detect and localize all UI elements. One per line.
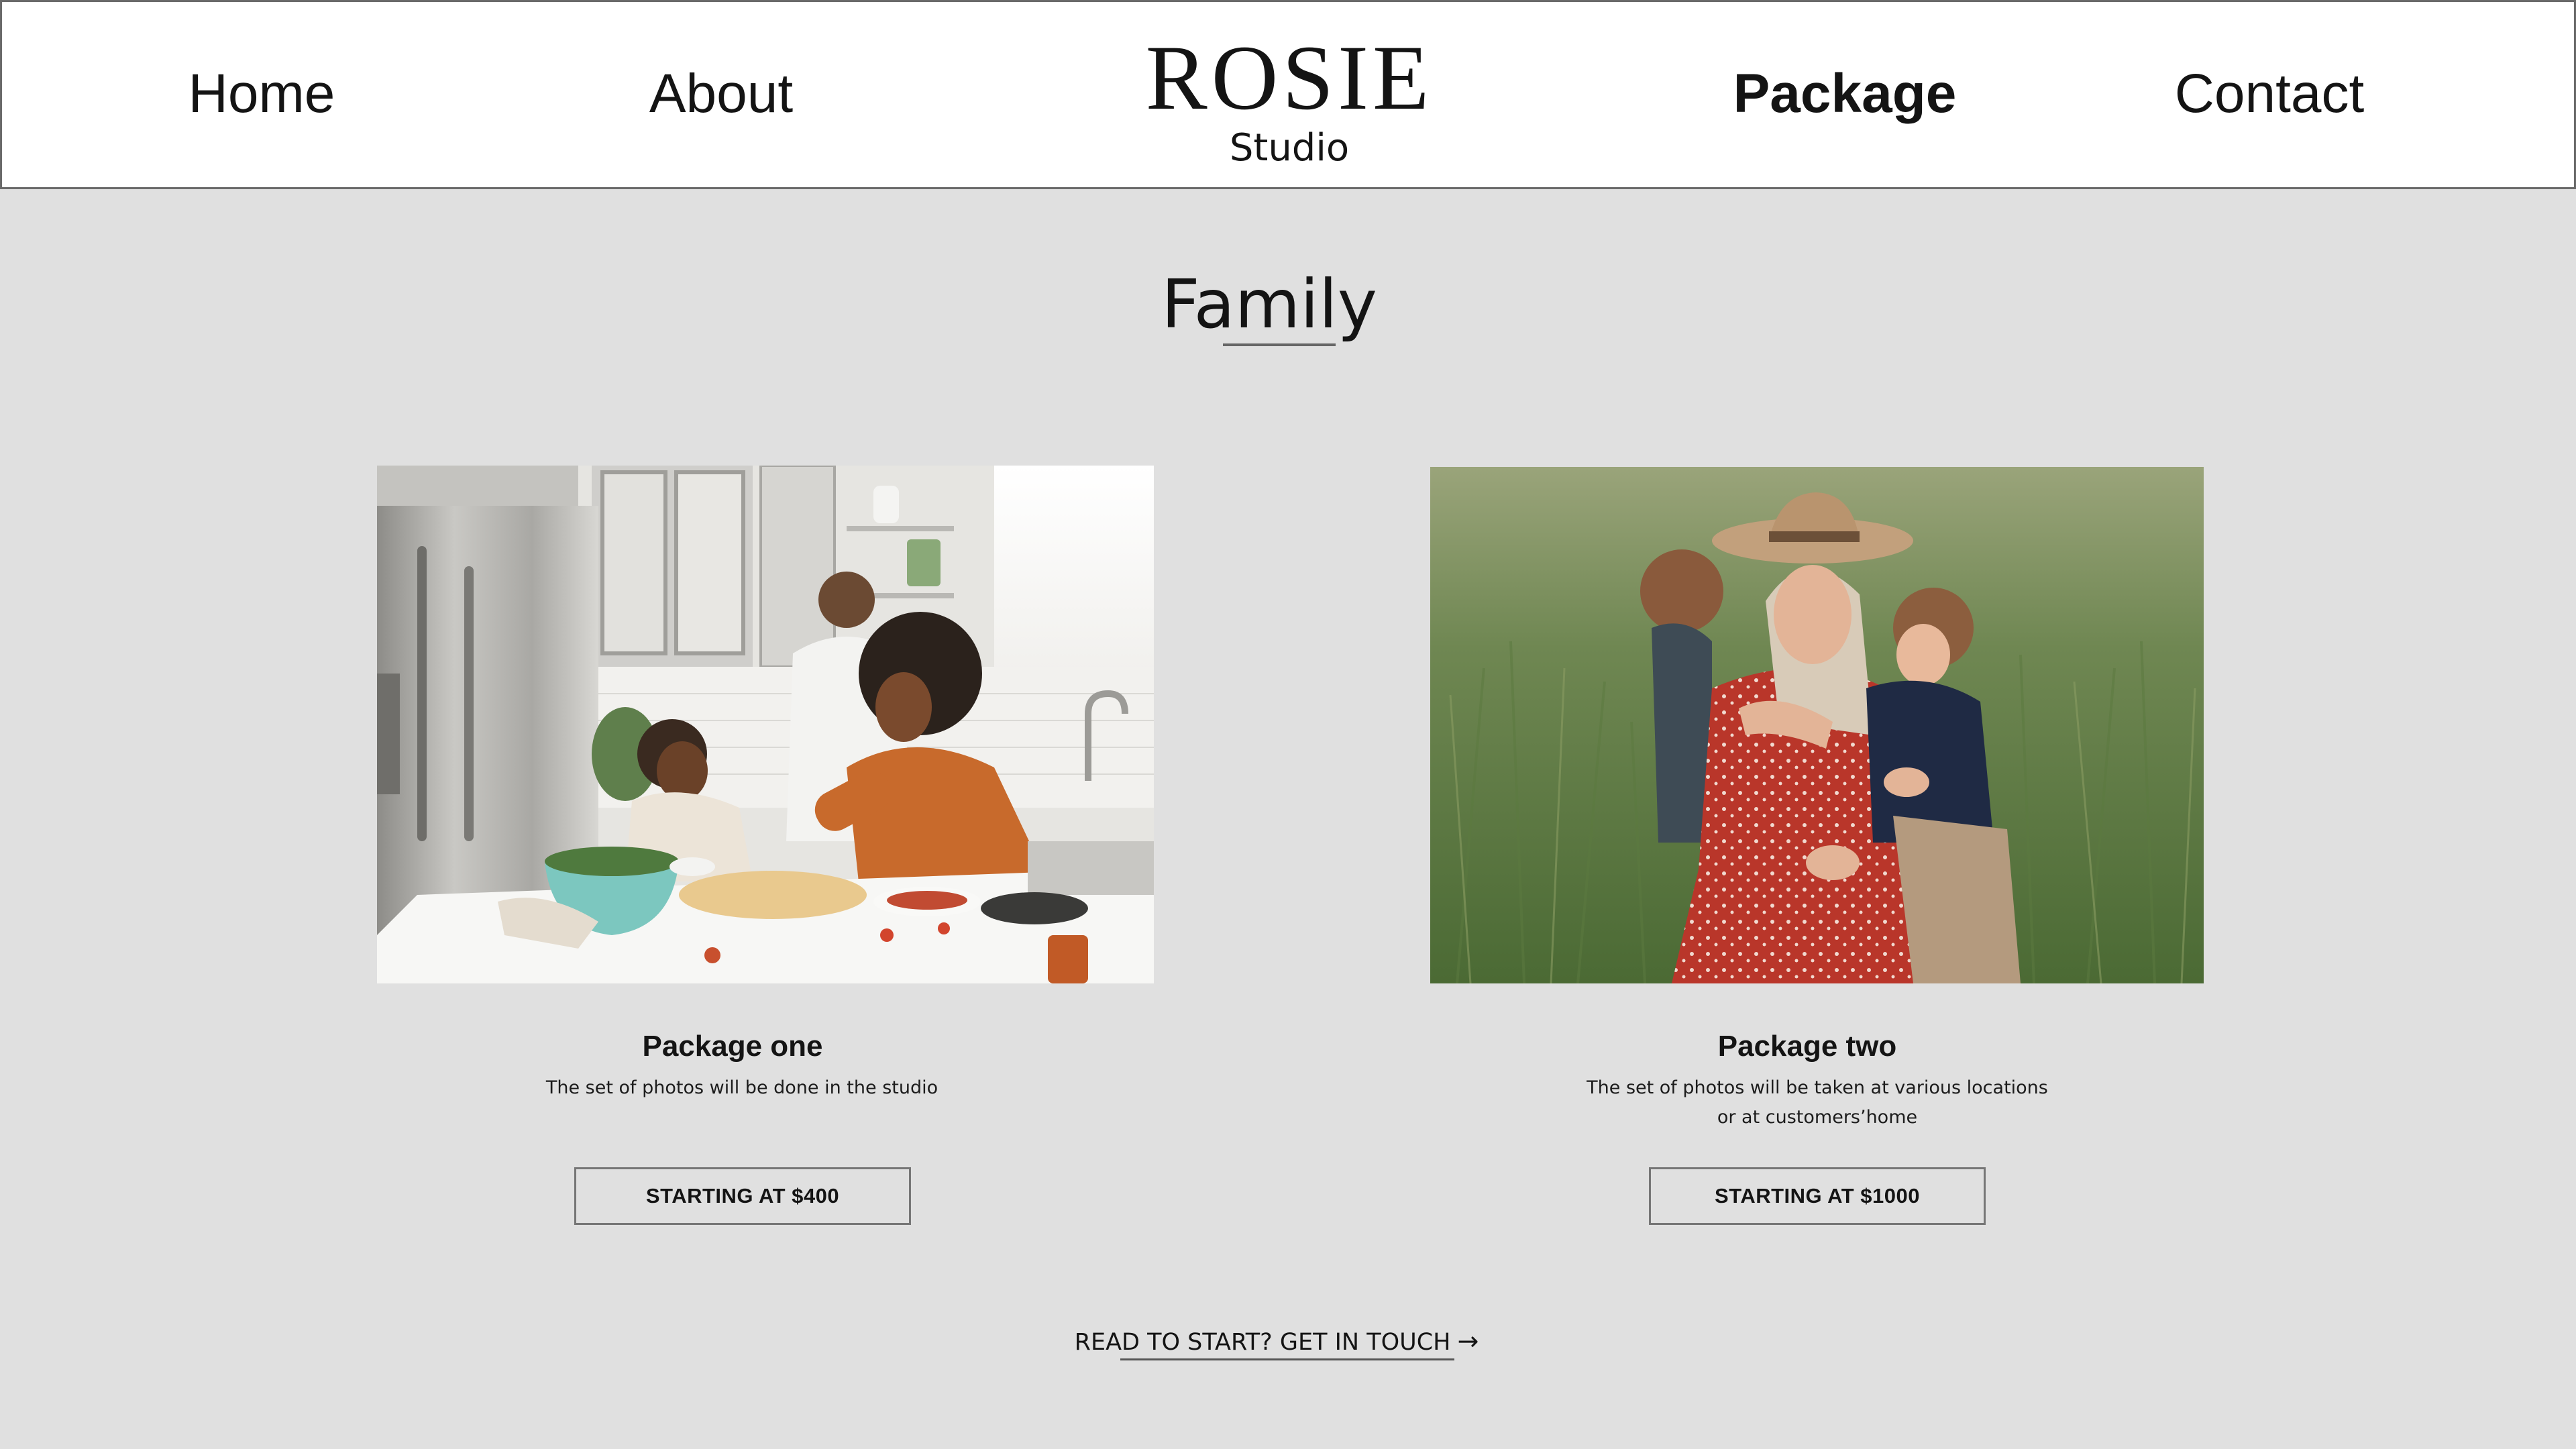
package-two-photo	[1430, 467, 2204, 983]
get-in-touch-link[interactable]: READ TO START? GET IN TOUCH →	[1075, 1324, 1479, 1359]
page-title: Family	[1161, 265, 1377, 343]
logo-wordmark: ROSIE	[1145, 26, 1434, 129]
logo-subtitle: Studio	[1229, 126, 1350, 170]
package-one-title: Package one	[642, 1030, 823, 1063]
nav-link-package[interactable]: Package	[1733, 0, 1957, 189]
package-one-description: The set of photos will be done in the st…	[545, 1077, 938, 1098]
package-two-title: Package two	[1717, 1030, 1897, 1063]
arrow-right-icon: →	[1457, 1326, 1479, 1356]
title-underline	[1223, 343, 1336, 346]
nav-link-about[interactable]: About	[649, 0, 793, 189]
site-logo[interactable]: ROSIE Studio	[1146, 32, 1434, 170]
nav-link-contact[interactable]: Contact	[2175, 0, 2365, 189]
package-two-description: The set of photos will be taken at vario…	[1587, 1077, 2048, 1128]
cta-label: READ TO START? GET IN TOUCH	[1074, 1329, 1451, 1356]
package-two-price-button[interactable]: STARTING AT $1000	[1649, 1167, 1986, 1225]
nav-link-home[interactable]: Home	[189, 0, 335, 189]
site-header: Home About ROSIE Studio Package Contact	[0, 0, 2576, 189]
package-one-price-button[interactable]: STARTING AT $400	[574, 1167, 911, 1225]
package-one-photo	[377, 466, 1154, 983]
cta-underline	[1120, 1358, 1454, 1360]
